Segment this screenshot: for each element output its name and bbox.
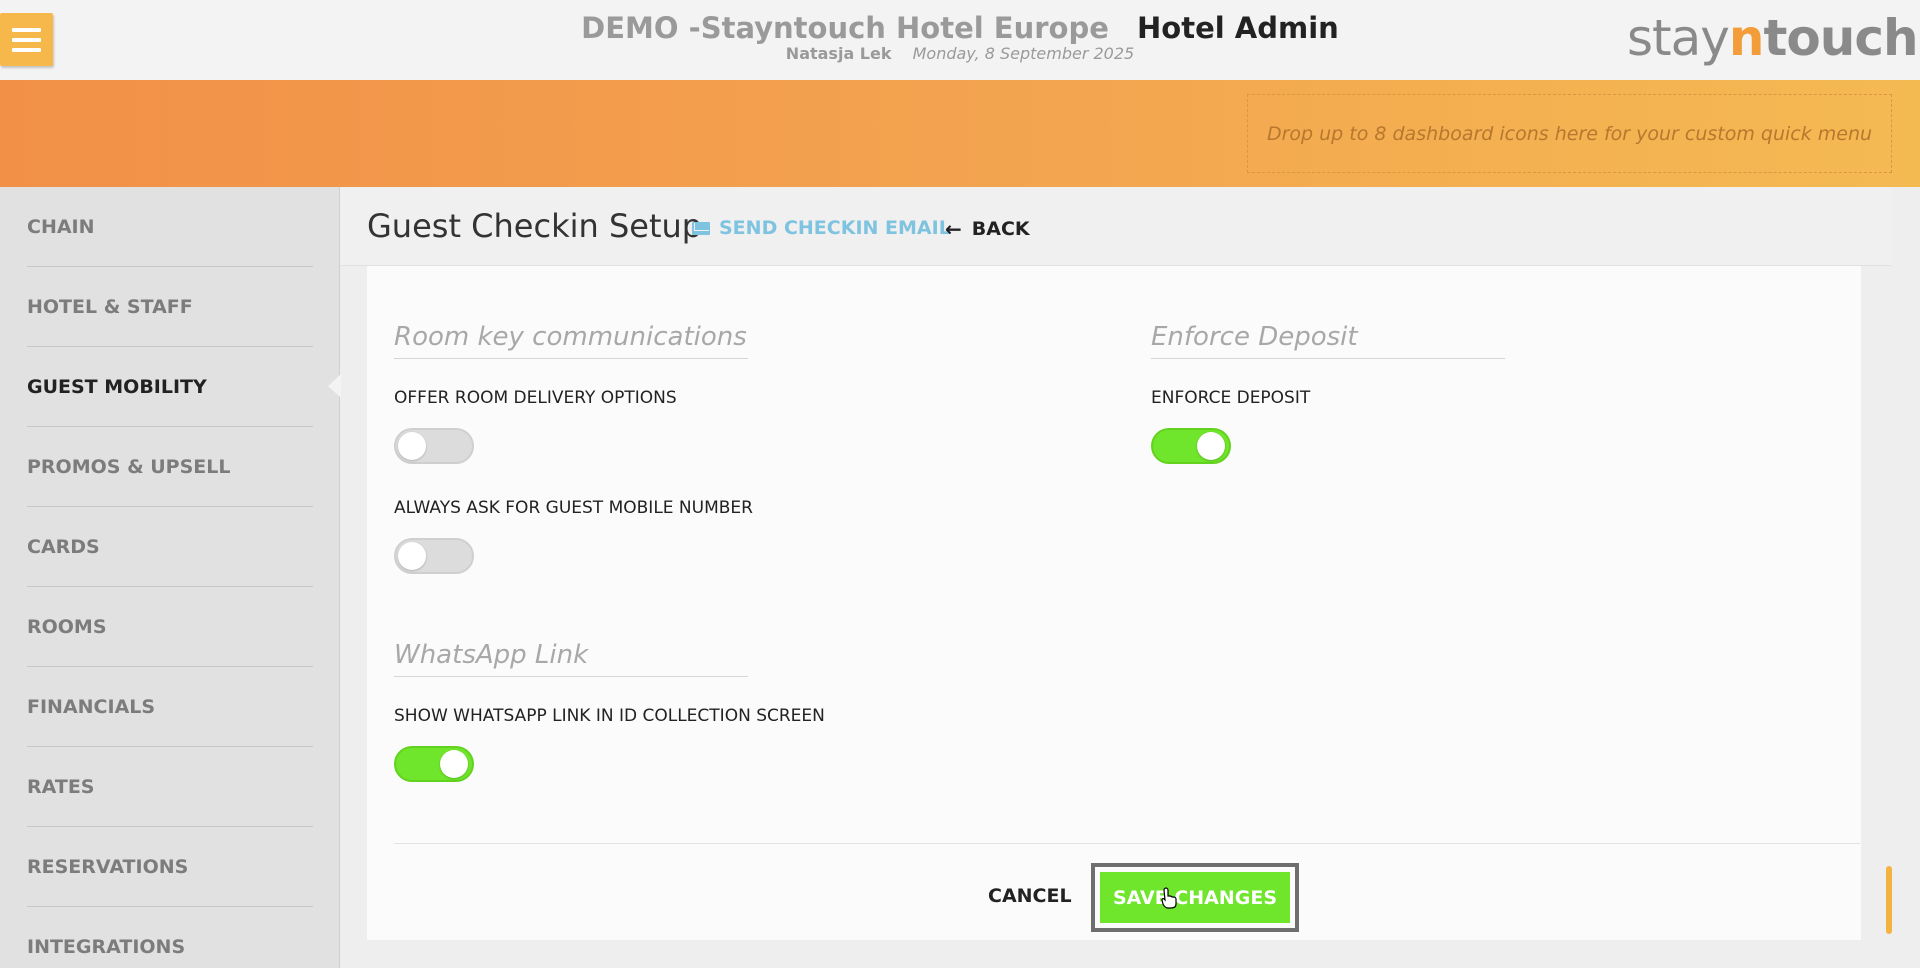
user-name: Natasja Lek: [785, 44, 892, 63]
arrow-left-icon: ←: [945, 217, 962, 241]
offer-room-delivery-toggle[interactable]: [394, 428, 474, 464]
top-bar: DEMO -Stayntouch Hotel Europe Hotel Admi…: [0, 0, 1920, 80]
show-whatsapp-link-label: SHOW WHATSAPP LINK IN ID COLLECTION SCRE…: [394, 706, 825, 726]
mail-icon: [692, 221, 710, 235]
ask-mobile-number-label: ALWAYS ASK FOR GUEST MOBILE NUMBER: [394, 498, 753, 518]
send-checkin-email-label: SEND CHECKIN EMAIL: [719, 217, 951, 239]
save-changes-button[interactable]: SAVE CHANGES: [1100, 872, 1290, 923]
sidebar-item-cards[interactable]: CARDS: [27, 507, 313, 587]
sidebar-item-hotel-staff[interactable]: HOTEL & STAFF: [27, 267, 313, 347]
hand-cursor-icon: [1161, 887, 1177, 909]
page-header: Guest Checkin Setup SEND CHECKIN EMAIL ←…: [340, 187, 1892, 266]
current-date: Monday, 8 September 2025: [912, 44, 1135, 63]
offer-room-delivery-label: OFFER ROOM DELIVERY OPTIONS: [394, 388, 677, 408]
sidebar-item-rates[interactable]: RATES: [27, 747, 313, 827]
scroll-indicator[interactable]: [1886, 866, 1892, 934]
sidebar-item-rooms[interactable]: ROOMS: [27, 587, 313, 667]
quick-menu-hint: Drop up to 8 dashboard icons here for yo…: [1266, 122, 1873, 145]
cancel-button[interactable]: CANCEL: [988, 885, 1072, 907]
enforce-deposit-toggle[interactable]: [1151, 428, 1231, 464]
settings-panel: [367, 266, 1861, 940]
sidebar-item-guest-mobility[interactable]: GUEST MOBILITY: [27, 347, 313, 427]
section-title-room-key: Room key communications: [394, 322, 748, 359]
sidebar-item-promos-upsell[interactable]: PROMOS & UPSELL: [27, 427, 313, 507]
quick-menu-dropzone[interactable]: Drop up to 8 dashboard icons here for yo…: [1247, 94, 1892, 173]
back-label: BACK: [971, 218, 1030, 240]
stayntouch-logo: stayntouch: [1627, 9, 1919, 67]
sidebar-item-reservations[interactable]: RESERVATIONS: [27, 827, 313, 907]
section-title-enforce-deposit: Enforce Deposit: [1151, 322, 1505, 359]
section-title-whatsapp: WhatsApp Link: [394, 640, 748, 677]
sidebar: CHAIN HOTEL & STAFF GUEST MOBILITY PROMO…: [0, 187, 340, 968]
show-whatsapp-link-toggle[interactable]: [394, 746, 474, 782]
active-indicator-arrow: [328, 374, 341, 398]
enforce-deposit-label: ENFORCE DEPOSIT: [1151, 388, 1311, 408]
footer-divider: [394, 843, 1860, 844]
hotel-name: DEMO -Stayntouch Hotel Europe: [581, 11, 1109, 45]
send-checkin-email-button[interactable]: SEND CHECKIN EMAIL: [692, 217, 951, 239]
page-title: Guest Checkin Setup: [367, 207, 703, 245]
sidebar-item-integrations[interactable]: INTEGRATIONS: [27, 907, 313, 968]
ask-mobile-number-toggle[interactable]: [394, 538, 474, 574]
sidebar-item-chain[interactable]: CHAIN: [27, 187, 313, 267]
app-title: Hotel Admin: [1137, 11, 1339, 45]
back-button[interactable]: ← BACK: [945, 217, 1030, 241]
sidebar-item-financials[interactable]: FINANCIALS: [27, 667, 313, 747]
